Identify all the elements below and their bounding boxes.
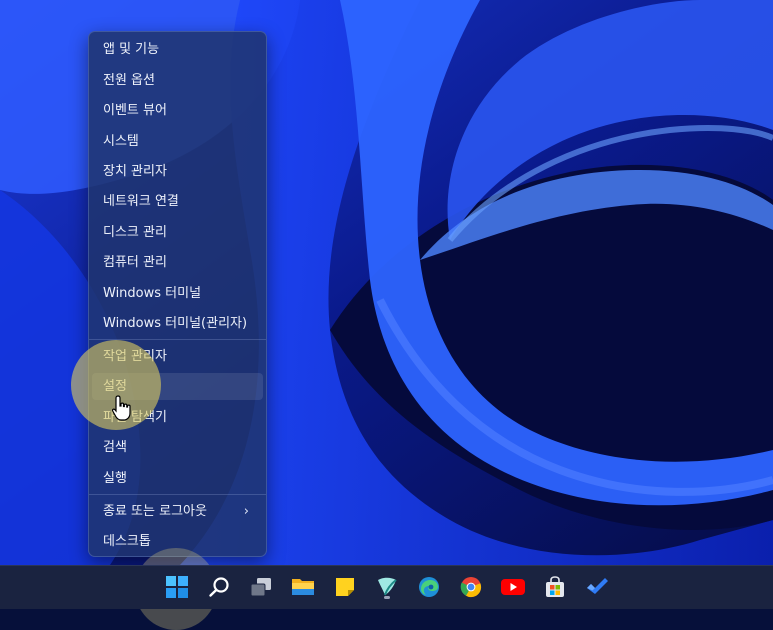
menu-separator xyxy=(89,494,266,495)
menu-item-windows-terminal[interactable]: Windows 터미널 xyxy=(92,280,263,307)
menu-item-search[interactable]: 검색 xyxy=(92,434,263,461)
todo-button[interactable] xyxy=(582,572,612,602)
menu-item-run[interactable]: 실행 xyxy=(92,465,263,492)
menu-item-power-options[interactable]: 전원 옵션 xyxy=(92,67,263,94)
task-view-icon xyxy=(250,578,271,597)
youtube-icon xyxy=(501,579,525,595)
menu-item-label: 종료 또는 로그아웃 xyxy=(103,504,207,519)
chrome-icon xyxy=(460,577,482,598)
app-icon xyxy=(378,577,397,596)
menu-item-system[interactable]: 시스템 xyxy=(92,128,263,155)
taskbar xyxy=(0,565,773,609)
menu-item-windows-terminal-admin[interactable]: Windows 터미널(관리자) xyxy=(92,310,263,337)
menu-item-apps-features[interactable]: 앱 및 기능 xyxy=(92,36,263,63)
youtube-button[interactable] xyxy=(498,572,528,602)
menu-item-network-connections[interactable]: 네트워크 연결 xyxy=(92,188,263,215)
search-button[interactable] xyxy=(204,572,234,602)
task-view-button[interactable] xyxy=(246,572,276,602)
menu-item-shutdown-signout[interactable]: 종료 또는 로그아웃 › xyxy=(92,498,263,525)
running-indicator xyxy=(384,596,390,599)
hand-cursor-icon xyxy=(111,395,131,421)
edge-icon xyxy=(419,577,439,597)
sticky-notes-button[interactable] xyxy=(330,572,360,602)
edge-button[interactable] xyxy=(414,572,444,602)
file-explorer-icon xyxy=(292,579,314,595)
menu-item-disk-management[interactable]: 디스크 관리 xyxy=(92,219,263,246)
menu-item-device-manager[interactable]: 장치 관리자 xyxy=(92,158,263,185)
pinned-app-button[interactable] xyxy=(372,572,402,602)
menu-item-computer-management[interactable]: 컴퓨터 관리 xyxy=(92,249,263,276)
chevron-right-icon: › xyxy=(243,504,249,519)
file-explorer-button[interactable] xyxy=(288,572,318,602)
todo-icon xyxy=(587,578,608,594)
search-icon xyxy=(209,577,229,597)
microsoft-store-button[interactable] xyxy=(540,572,570,602)
chrome-button[interactable] xyxy=(456,572,486,602)
menu-item-event-viewer[interactable]: 이벤트 뷰어 xyxy=(92,97,263,124)
start-button[interactable] xyxy=(162,572,192,602)
winx-context-menu: 앱 및 기능 전원 옵션 이벤트 뷰어 시스템 장치 관리자 네트워크 연결 디… xyxy=(88,31,267,557)
sticky-notes-icon xyxy=(336,578,354,596)
start-icon xyxy=(166,576,188,598)
microsoft-store-icon xyxy=(546,576,564,597)
